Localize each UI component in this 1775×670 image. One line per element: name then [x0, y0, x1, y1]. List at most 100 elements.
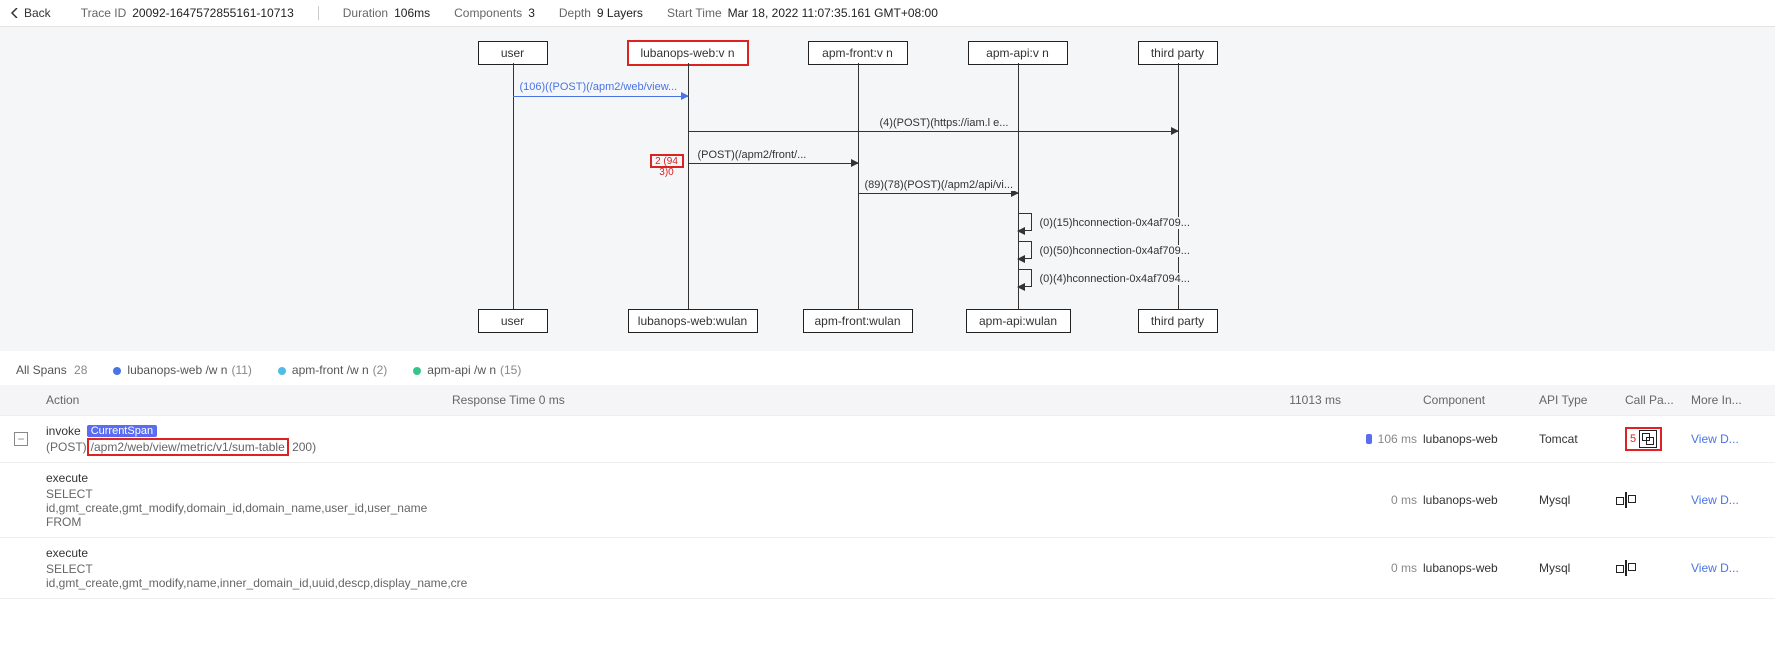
- row-component: lubanops-web: [1423, 561, 1533, 575]
- msg-user-to-lubanops[interactable]: [513, 96, 688, 97]
- legend-item[interactable]: lubanops-web /w n (11): [113, 363, 252, 377]
- self-msg-2[interactable]: [1018, 241, 1032, 259]
- row-callpa-boxed[interactable]: 5: [1625, 427, 1662, 451]
- back-button[interactable]: Back: [4, 6, 57, 20]
- row-rt: 0 ms: [1391, 561, 1417, 575]
- actor-lubanops-bottom[interactable]: lubanops-web:wulan: [628, 309, 758, 333]
- row-action-detail: SELECT id,gmt_create,gmt_modify,domain_i…: [46, 487, 446, 529]
- msg-apmfront-to-apmapi[interactable]: [858, 193, 1018, 194]
- legend-dot-icon: [413, 367, 421, 375]
- msg-redbox-annotation: 2 (94 3)0: [650, 154, 684, 168]
- self-msg-3-label: (0)(4)hconnection-0x4af7094...: [1038, 273, 1192, 285]
- row-action-title: invoke: [46, 424, 81, 438]
- self-msg-1[interactable]: [1018, 213, 1032, 231]
- lifeline-apmfront: [858, 63, 859, 309]
- span-table-body: − invoke CurrentSpan (POST)/apm2/web/view/m…: [0, 416, 1775, 599]
- th-callpa: Call Pa...: [1625, 393, 1685, 407]
- row-view-detail-link[interactable]: View D...: [1691, 493, 1761, 507]
- msg-lubanops-to-apmfront-label: (POST)(/apm2/front/...: [696, 149, 809, 161]
- row-action-detail: (POST)/apm2/web/view/metric/v1/sum-table…: [46, 440, 446, 454]
- all-spans-count: 28: [74, 363, 87, 377]
- table-row: execute SELECT id,gmt_create,gmt_modify,n…: [0, 538, 1775, 599]
- legend-count: (15): [500, 363, 521, 377]
- actor-apmapi-top[interactable]: apm-api:v n: [968, 41, 1068, 65]
- trace-header: Back Trace ID 20092-1647572855161-10713 …: [0, 0, 1775, 27]
- legend-dot-icon: [278, 367, 286, 375]
- row-view-detail-link[interactable]: View D...: [1691, 432, 1761, 446]
- row-component: lubanops-web: [1423, 432, 1533, 446]
- depth-label: Depth: [559, 6, 591, 20]
- components-value: 3: [528, 6, 535, 20]
- call-tree-icon[interactable]: [1625, 492, 1627, 508]
- depth-field: Depth 9 Layers: [559, 6, 643, 20]
- start-time-value: Mar 18, 2022 11:07:35.161 GMT+08:00: [728, 6, 938, 20]
- table-row: − invoke CurrentSpan (POST)/apm2/web/view/m…: [0, 416, 1775, 463]
- rt-bar-icon: [1366, 434, 1372, 444]
- row-expander[interactable]: −: [14, 432, 28, 446]
- trace-id-field: Trace ID 20092-1647572855161-10713: [81, 6, 294, 20]
- legend-dot-icon: [113, 367, 121, 375]
- actor-apmapi-bottom[interactable]: apm-api:wulan: [966, 309, 1071, 333]
- legend-name: lubanops-web /w n: [127, 363, 227, 377]
- start-time-field: Start Time Mar 18, 2022 11:07:35.161 GMT…: [667, 6, 938, 20]
- row-rt: 106 ms: [1378, 432, 1417, 446]
- components-field: Components 3: [454, 6, 535, 20]
- chevron-left-icon: [10, 8, 20, 18]
- th-response-min: Response Time 0 ms: [452, 393, 565, 407]
- row-view-detail-link[interactable]: View D...: [1691, 561, 1761, 575]
- row-apitype: Mysql: [1539, 561, 1619, 575]
- current-span-badge: CurrentSpan: [87, 425, 157, 437]
- trace-id-value: 20092-1647572855161-10713: [132, 6, 294, 20]
- th-action: Action: [46, 393, 446, 407]
- th-apitype: API Type: [1539, 393, 1619, 407]
- msg-lubanops-to-thirdparty[interactable]: [688, 131, 1178, 132]
- actor-user-bottom[interactable]: user: [478, 309, 548, 333]
- legend-name: apm-api /w n: [427, 363, 496, 377]
- self-msg-3[interactable]: [1018, 269, 1032, 287]
- row-component: lubanops-web: [1423, 493, 1533, 507]
- self-msg-2-label: (0)(50)hconnection-0x4af709...: [1038, 245, 1192, 257]
- divider: [318, 6, 319, 20]
- msg-lubanops-to-apmfront[interactable]: [688, 163, 858, 164]
- th-more: More In...: [1691, 393, 1761, 407]
- legend-item[interactable]: apm-front /w n (2): [278, 363, 387, 377]
- actor-apmfront-bottom[interactable]: apm-front:wulan: [803, 309, 913, 333]
- back-label: Back: [24, 6, 51, 20]
- row-rt: 0 ms: [1391, 493, 1417, 507]
- row-action-title: execute: [46, 471, 88, 485]
- row-apitype: Tomcat: [1539, 432, 1619, 446]
- msg-lubanops-to-thirdparty-label: (4)(POST)(https://iam.l e...: [878, 117, 1011, 129]
- legend-count: (2): [373, 363, 388, 377]
- depth-value: 9 Layers: [597, 6, 643, 20]
- actor-user-top[interactable]: user: [478, 41, 548, 65]
- start-time-label: Start Time: [667, 6, 722, 20]
- legend-count: (11): [231, 363, 251, 377]
- legend-item[interactable]: apm-api /w n (15): [413, 363, 521, 377]
- duration-label: Duration: [343, 6, 388, 20]
- span-table-header: Action Response Time 0 ms 11013 ms Compo…: [0, 385, 1775, 416]
- msg-user-to-lubanops-label: (106)((POST)(/apm2/web/view...: [518, 81, 680, 93]
- all-spans-label: All Spans: [16, 363, 67, 377]
- span-legend: All Spans 28 lubanops-web /w n (11) apm-fr…: [0, 351, 1775, 385]
- duration-field: Duration 106ms: [343, 6, 430, 20]
- row-action-detail: SELECT id,gmt_create,gmt_modify,name,inn…: [46, 562, 446, 590]
- actor-apmfront-top[interactable]: apm-front:v n: [808, 41, 908, 65]
- actor-thirdparty-top[interactable]: third party: [1138, 41, 1218, 65]
- call-tree-icon[interactable]: [1625, 560, 1627, 576]
- components-label: Components: [454, 6, 522, 20]
- legend-name: apm-front /w n: [292, 363, 369, 377]
- row-action-title: execute: [46, 546, 88, 560]
- trace-id-label: Trace ID: [81, 6, 127, 20]
- actor-thirdparty-bottom[interactable]: third party: [1138, 309, 1218, 333]
- self-msg-1-label: (0)(15)hconnection-0x4af709...: [1038, 217, 1192, 229]
- th-response: Response Time 0 ms 11013 ms: [452, 393, 1341, 407]
- th-component: Component: [1423, 393, 1533, 407]
- sequence-diagram: user lubanops-web:v n apm-front:v n apm-…: [478, 41, 1298, 341]
- all-spans[interactable]: All Spans 28: [16, 363, 87, 377]
- duration-value: 106ms: [394, 6, 430, 20]
- th-response-max: 11013 ms: [1289, 393, 1341, 407]
- actor-lubanops-top[interactable]: lubanops-web:v n: [628, 41, 748, 65]
- lifeline-user: [513, 63, 514, 309]
- msg-apmfront-to-apmapi-label: (89)(78)(POST)(/apm2/api/vi...: [863, 179, 1016, 191]
- call-tree-icon: [1639, 430, 1657, 448]
